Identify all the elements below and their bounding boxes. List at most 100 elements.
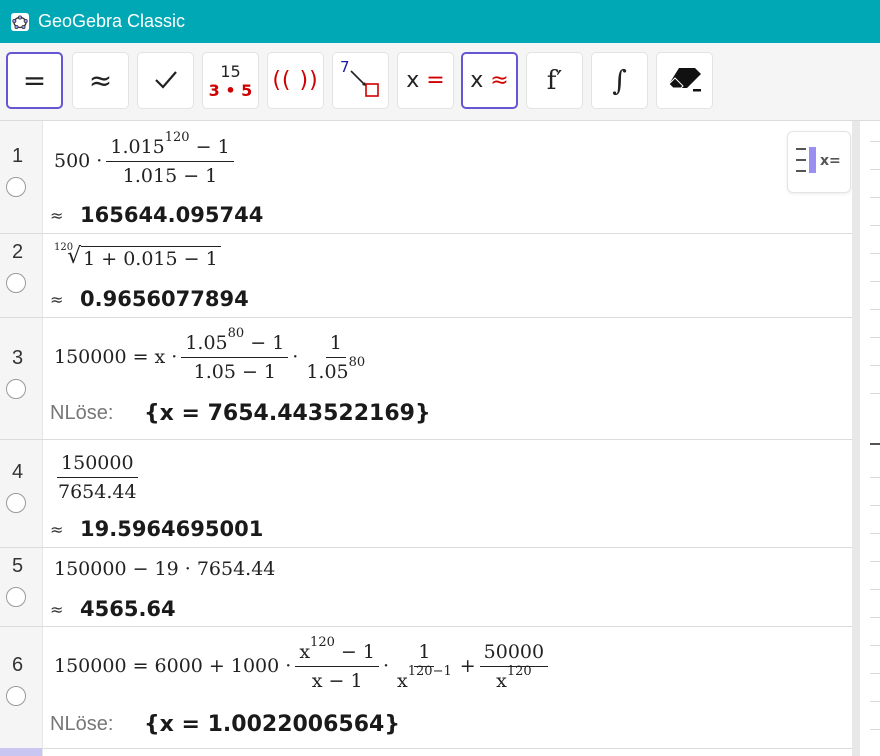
row-number: 3 bbox=[12, 347, 24, 369]
eraser-icon bbox=[665, 64, 705, 98]
result-value: 19.5964695001 bbox=[80, 517, 264, 541]
grid-line bbox=[870, 589, 880, 590]
cas-row-3[interactable]: 3 150000 = x · 1.0580 − 1 1.05 − 1 · 1 1… bbox=[0, 317, 852, 440]
cas-row-2[interactable]: 2 120 √ 1 + 0.015 − 1 ≈ 0.9656077894 bbox=[0, 233, 852, 318]
check-icon bbox=[153, 68, 179, 94]
solve-numerically-button[interactable]: x ≈ bbox=[461, 52, 518, 109]
algebra-style-icon: x= bbox=[794, 143, 844, 181]
derivative-icon: f′ bbox=[546, 65, 563, 96]
row-output: ≈ 19.5964695001 bbox=[50, 517, 263, 541]
grid-line bbox=[870, 281, 880, 282]
result-value: 0.9656077894 bbox=[80, 287, 249, 311]
solve-numerically-icon: x ≈ bbox=[470, 68, 509, 93]
approx-icon: ≈ bbox=[88, 64, 113, 97]
cas-row-5[interactable]: 5 150000 − 19 · 7654.44 ≈ 4565.64 bbox=[0, 547, 852, 627]
row-number: 1 bbox=[12, 145, 24, 167]
derivative-button[interactable]: f′ bbox=[526, 52, 583, 109]
algebra-style-button[interactable]: x= bbox=[787, 131, 851, 193]
equals-icon: = bbox=[22, 64, 47, 97]
solve-icon: x = bbox=[406, 68, 445, 93]
grid-line bbox=[870, 533, 880, 534]
row-number: 5 bbox=[12, 555, 24, 577]
row-input[interactable]: 150000 7654.44 bbox=[54, 447, 145, 507]
substitute-button[interactable]: 7 bbox=[332, 52, 389, 109]
grid-line bbox=[870, 673, 880, 674]
approx-sign: ≈ bbox=[50, 289, 64, 309]
grid-line bbox=[870, 701, 880, 702]
row-output: ≈ 4565.64 bbox=[50, 597, 176, 621]
expand-button[interactable]: (( )) bbox=[267, 52, 324, 109]
grid-line bbox=[870, 169, 880, 170]
fraction: 1.015120 − 1 1.015 − 1 bbox=[106, 130, 234, 187]
visibility-toggle[interactable] bbox=[6, 273, 26, 293]
factor-icon-top: 15 bbox=[220, 61, 241, 81]
style-label: x= bbox=[820, 153, 841, 169]
row-number: 4 bbox=[12, 461, 24, 483]
factor-button[interactable]: 15 3 • 5 bbox=[202, 52, 259, 109]
row-input[interactable]: 500 · 1.015120 − 1 1.015 − 1 bbox=[54, 130, 238, 191]
visibility-toggle[interactable] bbox=[6, 379, 26, 399]
nsolve-label: NLöse: bbox=[50, 713, 114, 735]
factor-icon-bottom: 3 • 5 bbox=[208, 80, 253, 100]
result-value: {x = 7654.443522169} bbox=[144, 401, 431, 426]
keep-input-button[interactable] bbox=[137, 52, 194, 109]
solve-button[interactable]: x = bbox=[397, 52, 454, 109]
grid-line bbox=[870, 645, 880, 646]
title-bar: GeoGebra Classic bbox=[0, 0, 880, 43]
numeric-button[interactable]: ≈ bbox=[72, 52, 129, 109]
fraction: x120 − 1 x − 1 bbox=[295, 635, 379, 692]
row-input[interactable]: 120 √ 1 + 0.015 − 1 bbox=[54, 242, 221, 273]
row-input[interactable]: 150000 − 19 · 7654.44 bbox=[54, 555, 275, 583]
approx-sign: ≈ bbox=[50, 205, 64, 225]
result-value: 4565.64 bbox=[80, 597, 176, 621]
nth-root: 120 √ 1 + 0.015 − 1 bbox=[54, 242, 221, 270]
approx-sign: ≈ bbox=[50, 519, 64, 539]
grid-line bbox=[870, 197, 880, 198]
grid-line bbox=[870, 729, 880, 730]
grid-line bbox=[870, 337, 880, 338]
row-output: ≈ 165644.095744 bbox=[50, 203, 263, 227]
fraction: 1 x120−1 bbox=[397, 640, 452, 692]
grid-line bbox=[870, 561, 880, 562]
fraction: 50000 x120 bbox=[479, 641, 549, 692]
cas-row-6[interactable]: 6 150000 = 6000 + 1000 · x120 − 1 x − 1 … bbox=[0, 626, 852, 749]
row-number: 6 bbox=[12, 654, 24, 676]
expand-icon: (( )) bbox=[272, 68, 319, 93]
substitute-arrow-icon bbox=[349, 67, 381, 103]
visibility-toggle[interactable] bbox=[6, 587, 26, 607]
cas-view: 1 500 · 1.015120 − 1 1.015 − 1 ≈ 165644.… bbox=[0, 121, 852, 756]
row-number: 2 bbox=[12, 241, 24, 263]
integral-icon: ∫ bbox=[612, 64, 627, 97]
fraction: 150000 7654.44 bbox=[57, 451, 138, 503]
expr-lead: 500 · bbox=[54, 150, 103, 172]
fraction: 1 1.0580 bbox=[306, 331, 366, 383]
result-value: 165644.095744 bbox=[80, 203, 264, 227]
row-input[interactable]: 150000 = x · 1.0580 − 1 1.05 − 1 · 1 1.0… bbox=[54, 326, 373, 387]
visibility-toggle[interactable] bbox=[6, 686, 26, 706]
graphics-view[interactable] bbox=[852, 121, 880, 756]
expr-lead: 150000 = x · bbox=[54, 346, 178, 368]
visibility-toggle[interactable] bbox=[6, 177, 26, 197]
expr-lead: 150000 = 6000 + 1000 · bbox=[54, 655, 292, 677]
x-axis-line bbox=[870, 443, 880, 445]
grid-line bbox=[870, 225, 880, 226]
grid-line bbox=[870, 505, 880, 506]
grid-line bbox=[870, 617, 880, 618]
window-title: GeoGebra Classic bbox=[38, 11, 186, 31]
grid-line bbox=[870, 253, 880, 254]
delete-button[interactable] bbox=[656, 52, 713, 109]
approx-sign: ≈ bbox=[50, 599, 64, 619]
cas-row-1[interactable]: 1 500 · 1.015120 − 1 1.015 − 1 ≈ 165644.… bbox=[0, 121, 852, 234]
new-input-row-marker[interactable] bbox=[0, 748, 42, 756]
cas-row-4[interactable]: 4 150000 7654.44 ≈ 19.5964695001 bbox=[0, 439, 852, 548]
evaluate-button[interactable]: = bbox=[6, 52, 63, 109]
row-output: NLöse: {x = 1.0022006564} bbox=[50, 712, 400, 737]
geogebra-logo-icon bbox=[10, 12, 30, 32]
cas-toolbar: = ≈ 15 3 • 5 (( )) 7 x = x ≈ f′ ∫ bbox=[0, 43, 880, 121]
row-input[interactable]: 150000 = 6000 + 1000 · x120 − 1 x − 1 · … bbox=[54, 634, 552, 698]
grid-line bbox=[870, 477, 880, 478]
grid-line bbox=[870, 309, 880, 310]
integral-button[interactable]: ∫ bbox=[591, 52, 648, 109]
visibility-toggle[interactable] bbox=[6, 493, 26, 513]
fraction: 1.0580 − 1 1.05 − 1 bbox=[181, 326, 289, 383]
